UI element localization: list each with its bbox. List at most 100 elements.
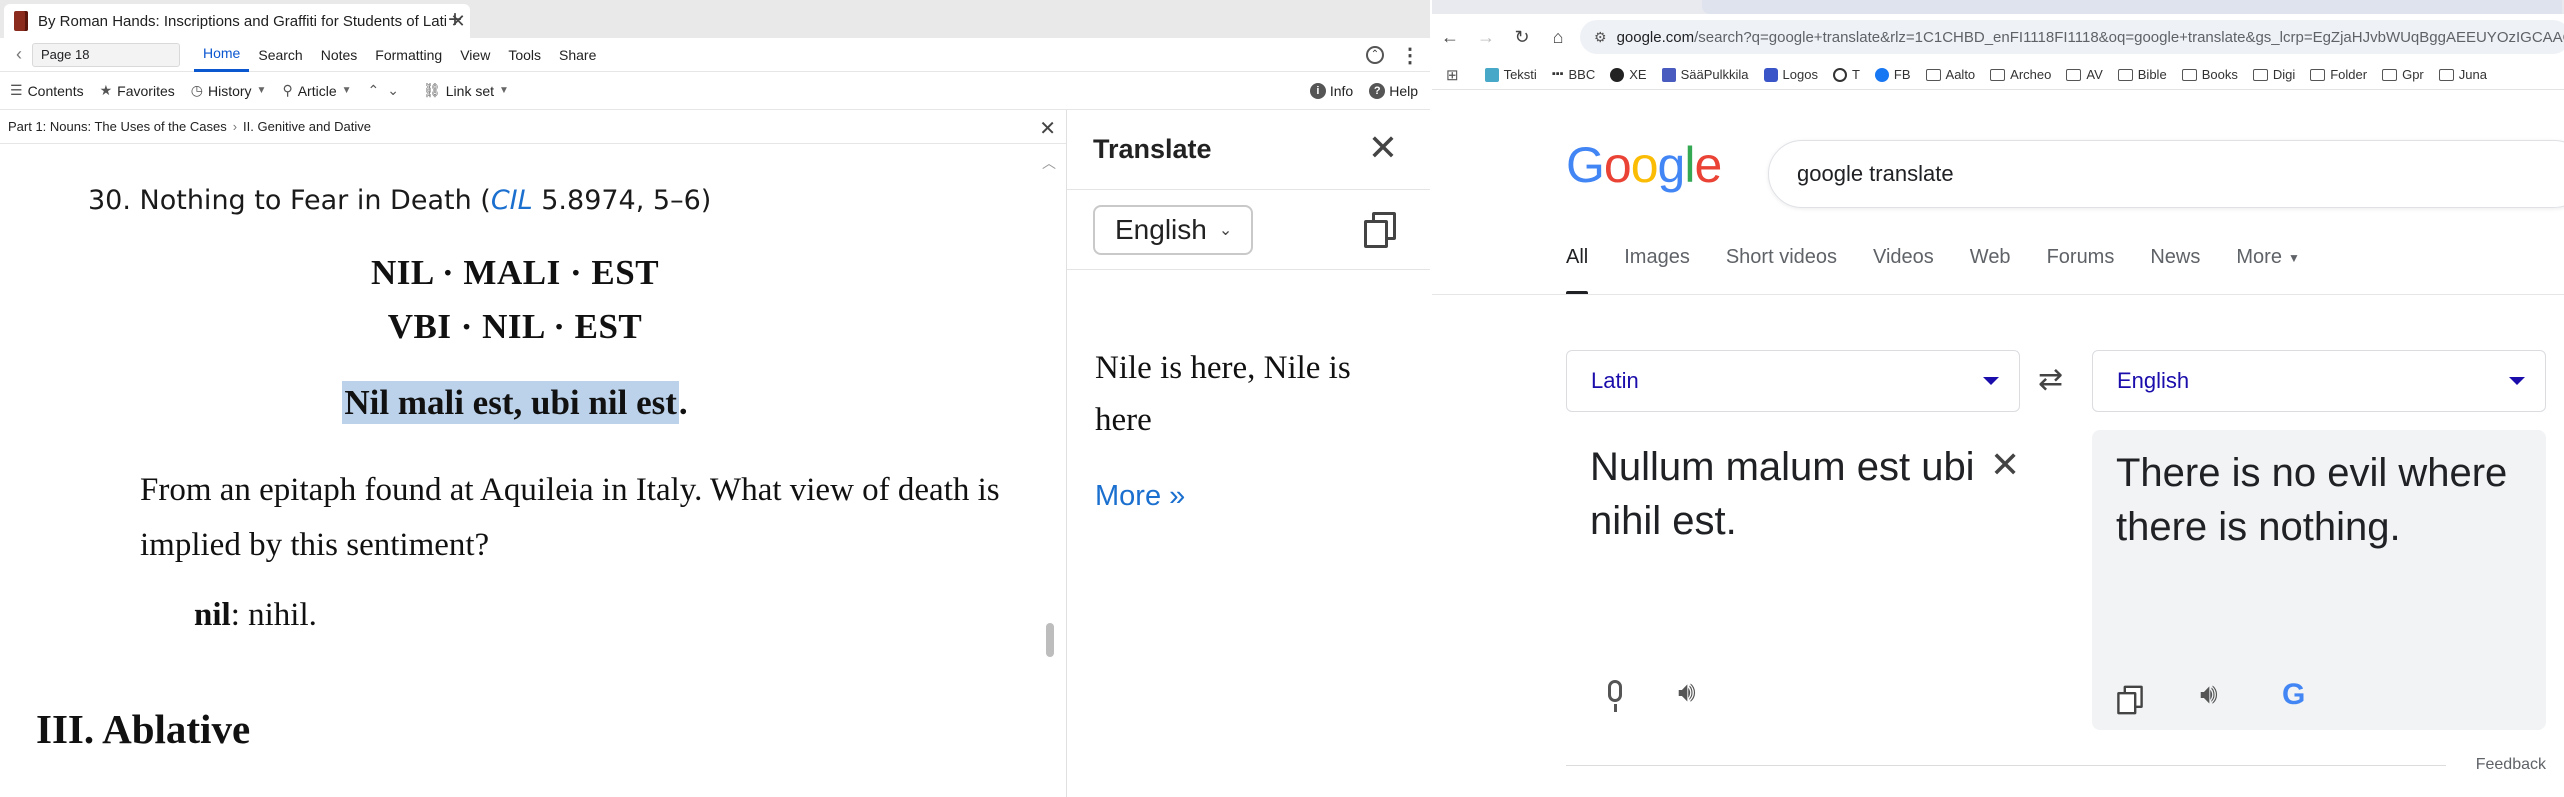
microphone-icon[interactable] xyxy=(1608,680,1622,702)
apps-icon[interactable]: ⊞ xyxy=(1446,66,1459,84)
copy-icon[interactable] xyxy=(2117,685,2143,715)
caret-down-icon xyxy=(2509,377,2525,385)
language-select[interactable]: English ⌄ xyxy=(1093,204,1253,255)
logos-tab-bar: By Roman Hands: Inscriptions and Graffit… xyxy=(0,0,1430,38)
tab-news[interactable]: News xyxy=(2150,246,2200,294)
link-set-label: Link set xyxy=(445,82,495,99)
tab-more[interactable]: More ▼ xyxy=(2236,246,2299,294)
menu-share[interactable]: Share xyxy=(550,38,605,72)
tab-images[interactable]: Images xyxy=(1624,246,1690,294)
menu-tools[interactable]: Tools xyxy=(499,38,550,72)
back-icon[interactable]: ← xyxy=(1432,27,1468,48)
home-icon[interactable]: ⌂ xyxy=(1540,27,1576,48)
commentary-paragraph: From an epitaph found at Aquileia in Ita… xyxy=(140,472,1000,563)
tab-videos[interactable]: Videos xyxy=(1873,246,1934,294)
history-button[interactable]: ◷ History ▼ xyxy=(191,82,267,99)
swap-languages-icon[interactable]: ⇄ xyxy=(2038,362,2063,397)
bookmark-folder-archeo[interactable]: Archeo xyxy=(1990,67,2051,82)
close-icon[interactable]: ✕ xyxy=(1368,130,1398,166)
clear-text-icon[interactable]: ✕ xyxy=(1990,444,2020,486)
bookmark-folder-aalto[interactable]: Aalto xyxy=(1925,67,1975,82)
bookmark-bbc[interactable]: ▪▪▪ BBC xyxy=(1552,67,1595,82)
bookmark-folder-gpr[interactable]: Gpr xyxy=(2382,67,2424,82)
gloss-definition: : nihil. xyxy=(230,597,317,633)
speaker-icon[interactable]: 🔊︎ xyxy=(2200,678,2218,711)
chevron-down-icon: ▼ xyxy=(256,85,267,96)
help-button[interactable]: ? Help xyxy=(1369,83,1418,99)
reload-icon[interactable]: ↻ xyxy=(1504,27,1540,48)
bookmark-folder-folder[interactable]: Folder xyxy=(2310,67,2367,82)
close-icon[interactable]: ✕ xyxy=(1039,116,1056,141)
tab-short-videos[interactable]: Short videos xyxy=(1726,246,1837,294)
collapse-up-icon[interactable]: ⌃ xyxy=(1366,46,1384,64)
source-text-input[interactable]: Nullum malum est ubi nihil est. xyxy=(1590,440,2020,548)
more-link[interactable]: More » xyxy=(1095,480,1185,513)
bookmark-label: Folder xyxy=(2330,67,2368,82)
tab-forums[interactable]: Forums xyxy=(2047,246,2115,294)
breadcrumb-part[interactable]: Part 1: Nouns: The Uses of the Cases xyxy=(8,119,227,134)
breadcrumb-section[interactable]: II. Genitive and Dative xyxy=(243,119,371,134)
info-button[interactable]: i Info xyxy=(1309,83,1353,99)
forward-icon[interactable]: → xyxy=(1468,27,1504,48)
menu-search[interactable]: Search xyxy=(249,38,311,72)
bookmark-label: Bible xyxy=(2137,67,2167,82)
folder-icon xyxy=(2066,68,2082,81)
menu-home[interactable]: Home xyxy=(194,38,250,72)
bookmark-logos[interactable]: Logos xyxy=(1763,67,1818,82)
book-tab[interactable]: By Roman Hands: Inscriptions and Graffit… xyxy=(4,4,470,38)
google-g-icon[interactable]: G xyxy=(2282,678,2305,712)
latin-sentence: Nil mali est, ubi nil est. xyxy=(0,381,1030,424)
contents-button[interactable]: ☰ Contents xyxy=(10,82,84,99)
bookmark-label: AV xyxy=(2086,67,2103,82)
caret-down-icon: ▼ xyxy=(2287,250,2300,265)
bookmark-folder-av[interactable]: AV xyxy=(2066,67,2103,82)
favorites-button[interactable]: ★ Favorites xyxy=(100,82,175,99)
bookmark-folder-juna[interactable]: Juna xyxy=(2438,67,2487,82)
bookmark-t[interactable]: T xyxy=(1832,67,1860,82)
menu-notes[interactable]: Notes xyxy=(312,38,367,72)
new-tab-button[interactable]: + xyxy=(440,6,470,34)
site-info-icon[interactable]: ⚙ xyxy=(1594,29,1607,46)
bookmark-folder-books[interactable]: Books xyxy=(2181,67,2238,82)
translation-output-card: There is no evil where there is nothing.… xyxy=(2092,430,2546,730)
bookmark-teksti[interactable]: Teksti xyxy=(1484,67,1537,82)
search-input[interactable]: google translate xyxy=(1768,140,2564,208)
inscription-line-1: NIL · MALI · EST xyxy=(370,253,660,292)
bookmark-saapulkkila[interactable]: SääPulkkila xyxy=(1661,67,1749,82)
speaker-icon[interactable]: 🔊︎ xyxy=(1678,676,1696,709)
prev-next-arrows-icon[interactable]: ⌃⌄ xyxy=(368,82,407,99)
tab-all[interactable]: All xyxy=(1566,246,1589,294)
back-arrow-icon[interactable]: ‹ xyxy=(6,44,32,65)
folder-icon xyxy=(1990,68,2006,81)
google-logo[interactable]: Google xyxy=(1566,136,1722,194)
url-input[interactable]: ⚙ google.com/search?q=google+translate&r… xyxy=(1580,20,2564,54)
more-options-icon[interactable]: ⋮ xyxy=(1400,43,1420,68)
bookmark-folder-bible[interactable]: Bible xyxy=(2117,67,2167,82)
scroll-up-icon[interactable]: ︿ xyxy=(1042,153,1056,173)
target-language-select[interactable]: English xyxy=(2092,350,2546,412)
bookmark-fb[interactable]: FB xyxy=(1874,67,1911,82)
doc-icon xyxy=(1484,67,1499,82)
menu-view[interactable]: View xyxy=(451,38,499,72)
menu-formatting[interactable]: Formatting xyxy=(366,38,451,72)
section-heading: III. Ablative xyxy=(36,706,251,752)
language-value: English xyxy=(1115,213,1207,245)
search-tabs: All Images Short videos Videos Web Forum… xyxy=(1566,246,2336,294)
link-set-button[interactable]: ⛓ Link set ▼ xyxy=(423,82,509,99)
copy-icon[interactable] xyxy=(1364,212,1396,248)
page-number-field[interactable]: Page 18 xyxy=(32,42,180,67)
weather-icon xyxy=(1661,67,1676,82)
feedback-link[interactable]: Feedback xyxy=(2476,756,2546,774)
bookmark-xe[interactable]: XE xyxy=(1610,67,1647,82)
bookmark-folder-digi[interactable]: Digi xyxy=(2252,67,2295,82)
article-button[interactable]: ⚲ Article ▼ xyxy=(282,82,351,99)
bookmark-label: Juna xyxy=(2458,67,2487,82)
highlighted-selection[interactable]: Nil mali est, ubi nil est xyxy=(342,381,679,424)
scrollbar-thumb[interactable] xyxy=(1046,623,1054,657)
bookmark-label: FB xyxy=(1893,67,1911,82)
source-language-select[interactable]: Latin xyxy=(1566,350,2020,412)
tab-web[interactable]: Web xyxy=(1970,246,2011,294)
article-label: Article xyxy=(297,82,337,99)
cil-link[interactable]: CIL xyxy=(491,185,533,216)
logos-icon xyxy=(1763,67,1778,82)
